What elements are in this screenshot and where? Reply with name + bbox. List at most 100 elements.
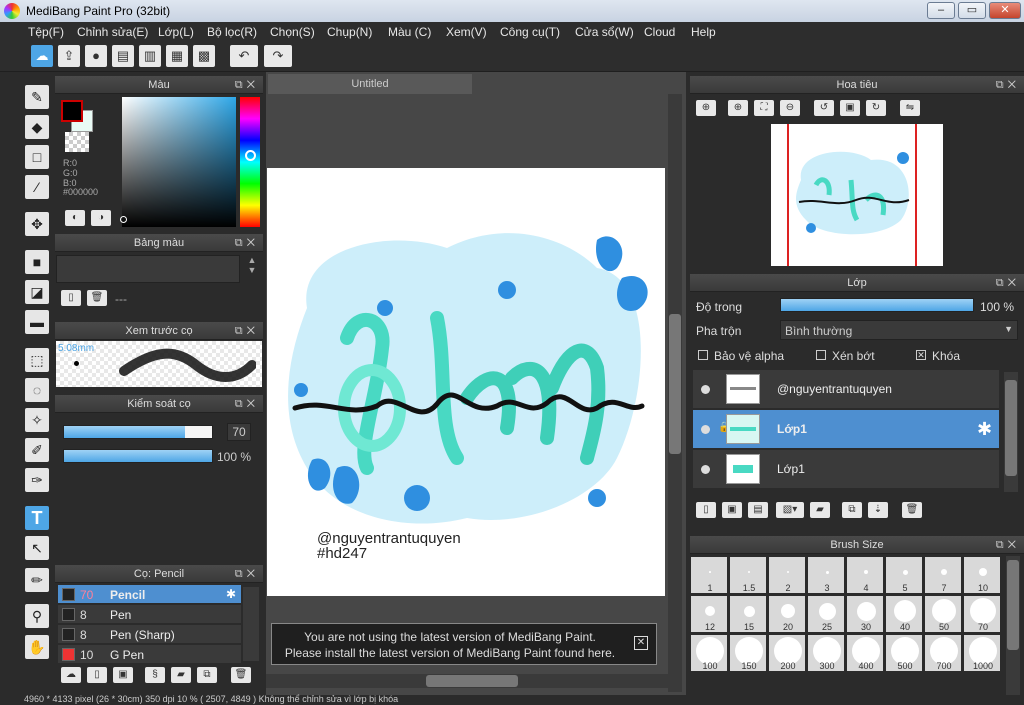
select-rect-icon[interactable]: ⬚ <box>25 348 49 372</box>
layer-scrollbar[interactable] <box>1004 372 1018 492</box>
brush-size-scrollbar[interactable] <box>1006 556 1020 695</box>
chat-icon[interactable]: ▤ <box>112 45 134 67</box>
brush-size-cell[interactable]: 1 <box>690 556 728 594</box>
folder-icon[interactable]: ▰ <box>171 667 191 683</box>
panel-controls[interactable]: ⧉✕ <box>996 76 1020 94</box>
navigator-preview[interactable] <box>771 124 943 266</box>
brush-row-g-pen[interactable]: 10 G Pen <box>58 645 241 663</box>
brush-size-cell[interactable]: 50 <box>924 595 962 633</box>
brush-row-pencil[interactable]: 70 Pencil ✱ <box>58 585 241 604</box>
brush-size-cell[interactable]: 100 <box>690 634 728 672</box>
move-icon[interactable]: ✥ <box>25 212 49 236</box>
brush-size-cell[interactable]: 700 <box>924 634 962 672</box>
brush-size-cell[interactable]: 1000 <box>963 634 1001 672</box>
brush-list-scrollbar[interactable] <box>243 587 259 661</box>
layer-row[interactable]: Lớp1 <box>693 450 999 489</box>
menu-color[interactable]: Màu (C) <box>388 25 431 39</box>
brush-size-cell[interactable]: 15 <box>729 595 767 633</box>
lasso-icon[interactable]: ◌ <box>25 378 49 402</box>
palette-scroll-icon[interactable]: ▲ ▼ <box>243 255 261 283</box>
drawing-canvas[interactable]: @nguyentrantuquyen #hd247 <box>267 168 665 596</box>
brush-size-cell[interactable]: 5 <box>885 556 923 594</box>
color-swap-icon[interactable]: ◑ <box>91 210 111 226</box>
panel-controls[interactable]: ⧉✕ <box>996 274 1020 292</box>
brush-size-cell[interactable]: 10 <box>963 556 1001 594</box>
brush-row-pen[interactable]: 8 Pen <box>58 605 241 624</box>
cloud-icon[interactable]: ☁ <box>31 45 53 67</box>
lock-checkbox[interactable]: ✕ <box>916 350 926 360</box>
text-icon[interactable]: T <box>25 506 49 530</box>
flip-icon[interactable]: ⇋ <box>900 100 920 116</box>
new-1bit-layer-icon[interactable]: ▤ <box>748 502 768 518</box>
fit-icon[interactable]: ⛶ <box>754 100 774 116</box>
new-page-icon[interactable]: ▯ <box>61 290 81 306</box>
menu-edit[interactable]: Chỉnh sửa(E) <box>77 25 148 39</box>
brush-size-cell[interactable]: 7 <box>924 556 962 594</box>
layer-scroll-thumb[interactable] <box>1005 380 1017 476</box>
menu-tools[interactable]: Công cụ(T) <box>500 25 560 39</box>
duplicate-icon[interactable]: ⧉ <box>197 667 217 683</box>
new-layer-icon[interactable]: ▯ <box>696 502 716 518</box>
rectangle-icon[interactable]: □ <box>25 145 49 169</box>
zoom-in-alt-icon[interactable]: ⊕ <box>728 100 748 116</box>
document-tab[interactable]: Untitled <box>268 74 472 94</box>
select-pen-icon[interactable]: ✐ <box>25 438 49 462</box>
brush-size-cell[interactable]: 25 <box>807 595 845 633</box>
menu-cloud[interactable]: Cloud <box>644 25 675 39</box>
trash-icon[interactable]: 🗑 <box>87 290 107 306</box>
undo-icon[interactable]: ↶ <box>230 45 258 67</box>
rotate-left-icon[interactable]: ↺ <box>814 100 834 116</box>
grid-icon[interactable]: ▦ <box>166 45 188 67</box>
visibility-eye-icon[interactable] <box>701 425 710 434</box>
brush-size-cell[interactable]: 300 <box>807 634 845 672</box>
notice-line-2[interactable]: Please install the latest version of Med… <box>272 646 628 660</box>
magic-wand-icon[interactable]: ✧ <box>25 408 49 432</box>
brush-size-cell[interactable]: 70 <box>963 595 1001 633</box>
zoom-out-icon[interactable]: ⊖ <box>780 100 800 116</box>
menu-view[interactable]: Xem(V) <box>446 25 487 39</box>
brush-size-cell[interactable]: 1.5 <box>729 556 767 594</box>
trash-icon[interactable]: 🗑 <box>902 502 922 518</box>
clipping-checkbox[interactable] <box>816 350 826 360</box>
settings-gear-icon[interactable]: ✱ <box>226 587 236 601</box>
maximize-button[interactable]: ▭ <box>958 2 986 19</box>
vertical-scrollbar[interactable] <box>668 94 682 692</box>
dot-brush-icon[interactable]: ⁄ <box>25 175 49 199</box>
zoom-in-icon[interactable]: ⊕ <box>696 100 716 116</box>
operation-icon[interactable]: ↖ <box>25 536 49 560</box>
panel-controls[interactable]: ⧉✕ <box>235 234 259 252</box>
new-halftone-layer-icon[interactable]: ▣ <box>722 502 742 518</box>
brush-size-cell[interactable]: 500 <box>885 634 923 672</box>
panel-controls[interactable]: ⧉✕ <box>235 565 259 583</box>
gradient-icon[interactable]: ▬ <box>25 310 49 334</box>
horizontal-scrollbar[interactable] <box>266 674 668 688</box>
menu-window[interactable]: Cửa sổ(W) <box>575 25 634 39</box>
brush-size-cell[interactable]: 150 <box>729 634 767 672</box>
visibility-eye-icon[interactable] <box>701 465 710 474</box>
folder-icon[interactable]: ▰ <box>810 502 830 518</box>
brush-size-cell[interactable]: 400 <box>846 634 884 672</box>
new-brush-icon[interactable]: ▯ <box>87 667 107 683</box>
brush-row-pen-sharp[interactable]: 8 Pen (Sharp) <box>58 625 241 644</box>
menu-layer[interactable]: Lớp(L) <box>158 25 194 39</box>
close-button[interactable]: ✕ <box>989 2 1021 19</box>
vertical-scroll-thumb[interactable] <box>669 314 681 454</box>
panel-controls[interactable]: ⧉✕ <box>996 536 1020 554</box>
select-eraser-icon[interactable]: ✑ <box>25 468 49 492</box>
add-layer-menu-icon[interactable]: ▧▾ <box>776 502 804 518</box>
layer-row[interactable]: @nguyentrantuquyen <box>693 370 999 409</box>
minimize-button[interactable]: – <box>927 2 955 19</box>
brush-cloud-icon[interactable]: ☁ <box>61 667 81 683</box>
comment-icon[interactable]: ● <box>85 45 107 67</box>
brush-size-scroll-thumb[interactable] <box>1007 560 1019 650</box>
brush-script-icon[interactable]: § <box>145 667 165 683</box>
foreground-color-swatch[interactable] <box>61 100 83 122</box>
hue-slider[interactable] <box>240 97 260 227</box>
brush-size-cell[interactable]: 4 <box>846 556 884 594</box>
menu-capture[interactable]: Chụp(N) <box>327 25 372 39</box>
dropper-icon[interactable]: ⚲ <box>25 604 49 628</box>
brush-opacity-slider[interactable] <box>63 449 213 463</box>
transparent-swatch[interactable] <box>65 132 89 152</box>
brush-size-slider[interactable] <box>63 425 213 439</box>
rotate-right-icon[interactable]: ↻ <box>866 100 886 116</box>
